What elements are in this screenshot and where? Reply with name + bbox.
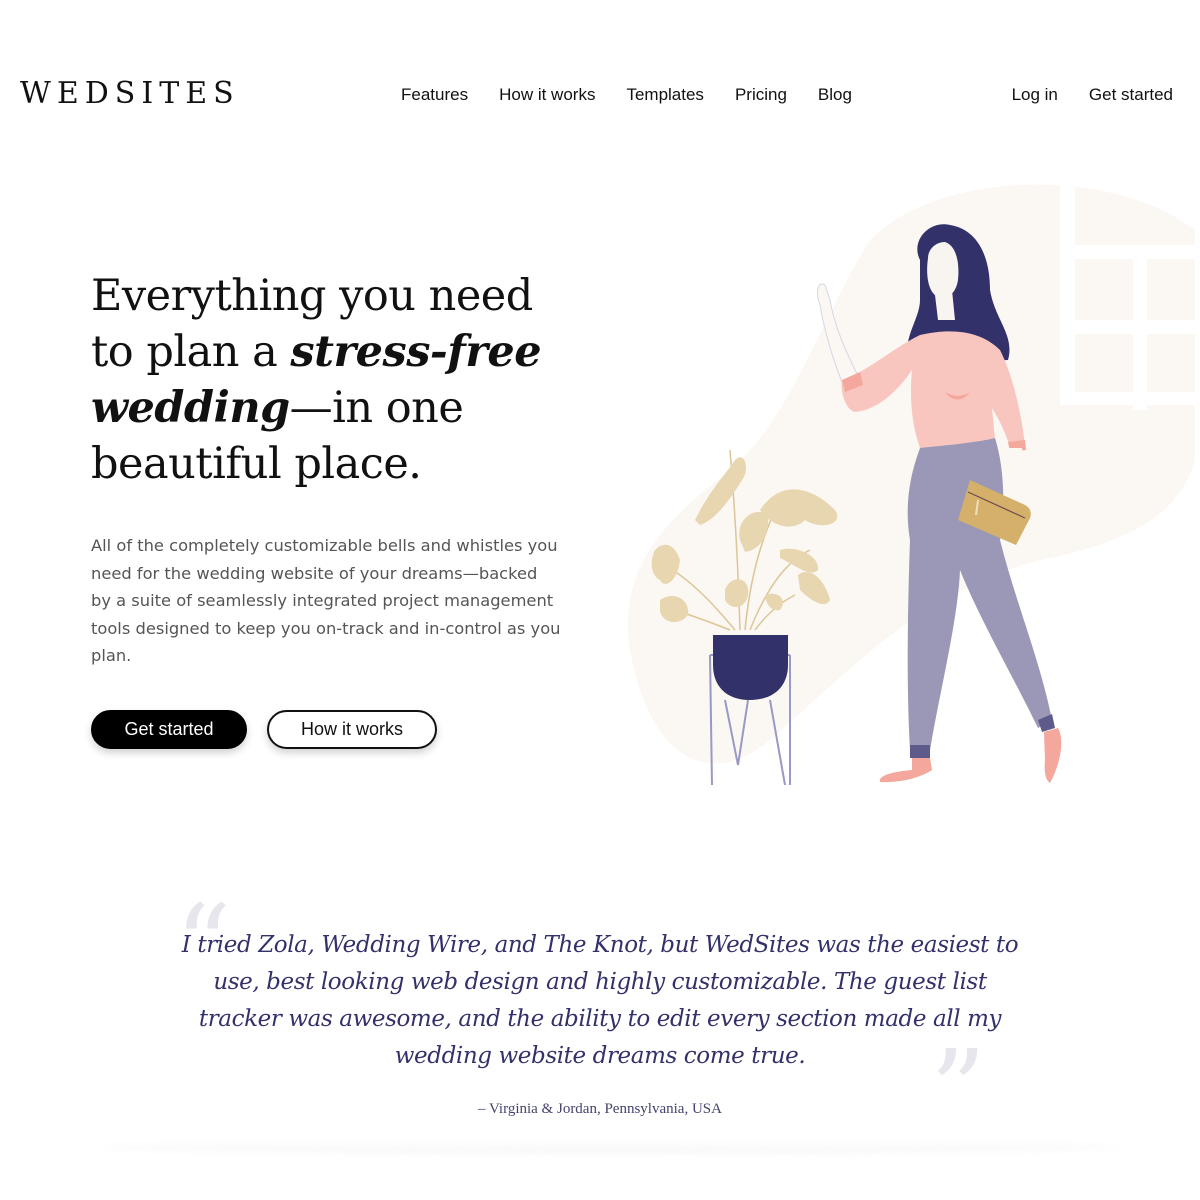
nav-how-it-works[interactable]: How it works	[499, 84, 595, 106]
how-it-works-button[interactable]: How it works	[267, 710, 437, 749]
testimonial-section: “ ” I tried Zola, Wedding Wire, and The …	[100, 890, 1100, 1155]
site-header: WEDSITES Features How it works Templates…	[0, 0, 1200, 190]
account-nav: Log in Get started	[981, 84, 1173, 106]
get-started-button[interactable]: Get started	[91, 710, 247, 749]
plant-pot	[713, 635, 788, 700]
hero-title: Everything you need to plan a stress-fre…	[91, 268, 571, 492]
main-nav: Features How it works Templates Pricing …	[401, 84, 883, 106]
testimonial-author: – Virginia & Jordan, Pennsylvania, USA	[478, 1101, 722, 1117]
nav-pricing[interactable]: Pricing	[735, 84, 787, 106]
get-started-link[interactable]: Get started	[1089, 84, 1173, 106]
login-link[interactable]: Log in	[1012, 84, 1058, 106]
testimonial-quote: I tried Zola, Wedding Wire, and The Knot…	[181, 932, 1019, 1069]
section-divider-shadow	[100, 1140, 1120, 1154]
wedsites-logo[interactable]: WEDSITES	[20, 76, 240, 112]
nav-features[interactable]: Features	[401, 84, 468, 106]
hero-description: All of the completely customizable bells…	[91, 536, 561, 666]
nav-templates[interactable]: Templates	[626, 84, 703, 106]
logo-text: WEDSITES	[20, 76, 240, 111]
nav-blog[interactable]: Blog	[818, 84, 852, 106]
hero-illustration	[627, 180, 1200, 786]
